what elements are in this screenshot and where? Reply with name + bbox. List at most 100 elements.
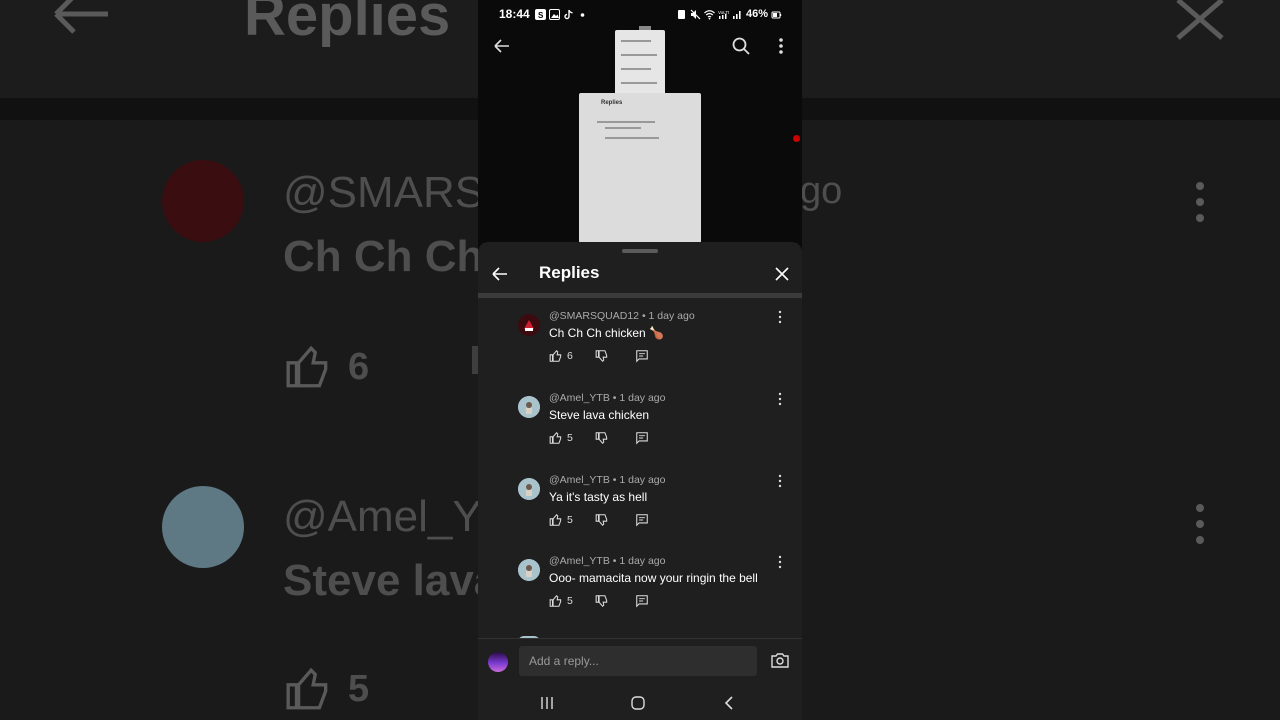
reply-actions: 6 — [549, 348, 649, 364]
bg-comment-text: Steve lava — [283, 556, 499, 605]
reply-icon[interactable] — [635, 349, 649, 363]
thumbnail-title: Replies — [601, 100, 623, 106]
reply-time: • 1 day ago — [612, 474, 666, 486]
reply-handle[interactable]: @Amel_YTB — [549, 474, 610, 486]
reply-text: Steve lava chicken — [549, 408, 650, 422]
more-vert-icon[interactable] — [777, 310, 783, 324]
reply-meta: @Amel_YTB • 1 day ago — [549, 474, 665, 486]
phone-screen: 18:44 S VoLTE 46% Replies — [478, 0, 802, 720]
reply-item: @Amel_YTB • 1 day ago Steve lava chicken… — [518, 392, 802, 474]
reply-item: @Amel_YTB • 1 day ago Ya it's tasty as h… — [518, 474, 802, 556]
avatar[interactable] — [518, 396, 540, 418]
bg-avatar — [162, 160, 244, 242]
drag-handle[interactable] — [622, 249, 658, 253]
reply-actions: 5 — [549, 512, 649, 528]
reply-item: @SMARSQUAD12 • 1 day ago Ch Ch Ch chicke… — [518, 310, 802, 392]
avatar[interactable] — [518, 478, 540, 500]
dislike-icon[interactable] — [595, 594, 609, 608]
dislike-icon[interactable] — [595, 349, 609, 363]
more-vert-icon[interactable] — [777, 392, 783, 406]
bg-more-icon — [1196, 504, 1204, 544]
reply-text: Ooo- mamacita now your ringin the bell — [549, 571, 758, 585]
avatar[interactable] — [518, 559, 540, 581]
reply-handle[interactable]: @SMARSQUAD12 — [549, 310, 639, 322]
camera-icon[interactable] — [771, 652, 789, 668]
screenshot-thumbnail-replies: Replies — [579, 93, 701, 243]
like-icon[interactable] — [549, 513, 563, 527]
dislike-icon[interactable] — [595, 513, 609, 527]
thumbnail-line — [621, 54, 657, 56]
reply-text: Ch Ch Ch chicken 🍗 — [549, 326, 664, 340]
dot-icon — [580, 12, 585, 17]
home-icon[interactable] — [630, 695, 646, 711]
bg-like-count: 5 — [348, 668, 370, 710]
back-arrow-icon[interactable] — [492, 36, 512, 56]
reply-icon[interactable] — [635, 594, 649, 608]
tiktok-icon — [564, 9, 573, 19]
gallery-icon — [549, 8, 560, 20]
reply-time: • 1 day ago — [612, 392, 666, 404]
my-avatar — [488, 652, 508, 672]
svg-text:S: S — [538, 11, 544, 20]
reply-meta: @Amel_YTB • 1 day ago — [549, 555, 665, 567]
alarm-icon — [677, 9, 685, 19]
volte-icon: VoLTE — [718, 10, 729, 19]
mute-icon — [690, 9, 701, 19]
bg-like-icon — [286, 667, 328, 710]
recording-dot — [793, 135, 800, 142]
like-count: 6 — [567, 350, 573, 362]
bg-avatar — [162, 486, 244, 568]
reply-item: @Amel_YTB • 1 day ago Ooo- mamacita now … — [518, 555, 802, 637]
bg-handle: @Amel_YT — [283, 492, 509, 541]
like-icon[interactable] — [549, 431, 563, 445]
sheet-title: Replies — [539, 263, 600, 282]
more-vert-icon[interactable] — [775, 36, 787, 56]
close-icon[interactable] — [772, 264, 792, 284]
bg-timestamp: go — [800, 170, 843, 212]
signal-icon — [732, 10, 741, 19]
avatar[interactable] — [518, 314, 540, 336]
dislike-icon[interactable] — [595, 431, 609, 445]
system-nav-bar — [478, 688, 802, 720]
like-count: 5 — [567, 595, 573, 607]
screenshot-thumbnail — [615, 30, 665, 96]
like-icon[interactable] — [549, 594, 563, 608]
status-bar: 18:44 S VoLTE 46% — [478, 0, 802, 28]
bg-close-icon — [1176, 0, 1224, 40]
reply-handle[interactable]: @Amel_YTB — [549, 555, 610, 567]
more-vert-icon[interactable] — [777, 555, 783, 569]
sheet-divider — [478, 293, 802, 298]
more-vert-icon[interactable] — [777, 474, 783, 488]
reply-meta: @SMARSQUAD12 • 1 day ago — [549, 310, 695, 322]
reply-icon[interactable] — [635, 513, 649, 527]
battery-icon — [771, 11, 782, 18]
recents-icon[interactable] — [540, 696, 554, 710]
bg-title: Replies — [244, 0, 451, 48]
thumbnail-line — [605, 127, 641, 129]
bg-like-icon — [286, 345, 328, 388]
thumbnail-line — [621, 68, 651, 70]
like-icon[interactable] — [549, 349, 563, 363]
reply-input[interactable] — [519, 646, 757, 676]
bg-back-arrow-icon — [54, 0, 108, 34]
reply-handle[interactable]: @Amel_YTB — [549, 392, 610, 404]
like-count: 5 — [567, 432, 573, 444]
bg-more-icon — [1196, 182, 1204, 222]
s-app-icon: S — [535, 8, 546, 20]
reply-actions: 5 — [549, 430, 649, 446]
reply-composer — [478, 638, 802, 689]
reply-icon[interactable] — [635, 431, 649, 445]
thumbnail-line — [605, 137, 659, 139]
like-count: 5 — [567, 514, 573, 526]
nav-back-icon[interactable] — [722, 695, 736, 711]
status-system-icons: VoLTE 46% — [676, 7, 782, 21]
thumbnail-line — [597, 121, 655, 123]
reply-actions: 5 — [549, 593, 649, 609]
svg-text:VoLTE: VoLTE — [718, 10, 729, 15]
back-arrow-icon[interactable] — [490, 264, 510, 284]
wifi-icon — [704, 9, 715, 19]
reply-meta: @Amel_YTB • 1 day ago — [549, 392, 665, 404]
replies-sheet: Replies @SMARSQUAD12 • 1 day ago Ch Ch C… — [478, 242, 802, 720]
search-icon[interactable] — [731, 36, 751, 56]
bg-like-count: 6 — [348, 346, 370, 388]
